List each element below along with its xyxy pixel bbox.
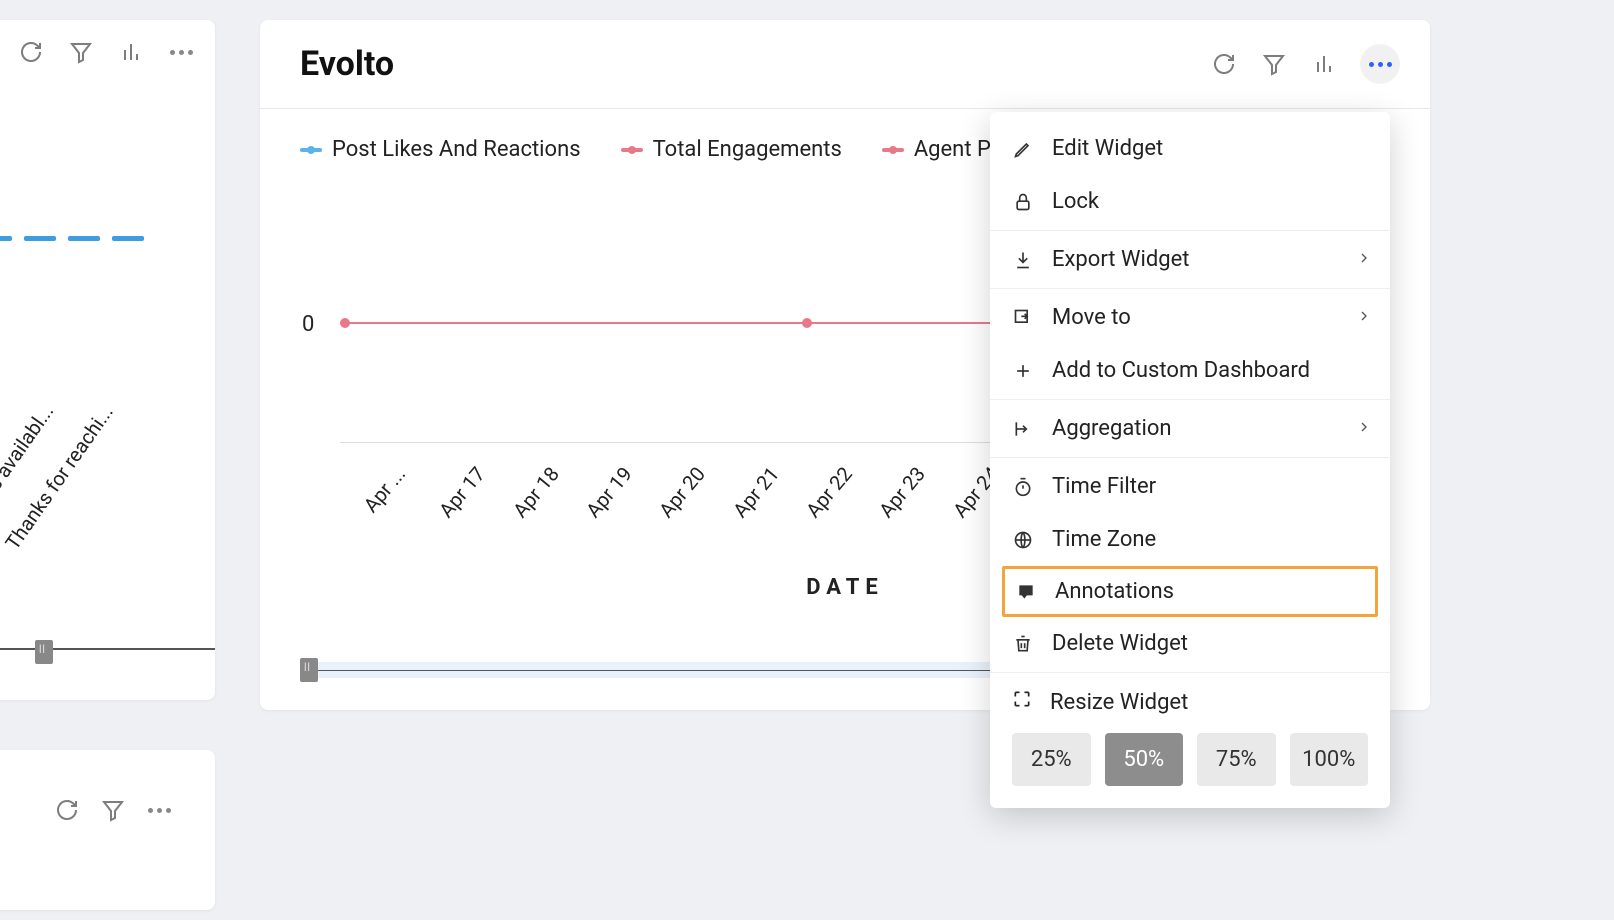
x-tick-label: Apr 19	[581, 462, 637, 522]
chevron-right-icon	[1356, 247, 1372, 272]
resize-options: 25% 50% 75% 100%	[990, 721, 1390, 790]
legend-marker-icon	[621, 148, 643, 152]
menu-item-time-zone[interactable]: Time Zone	[990, 513, 1390, 566]
widget-title: Evolto	[300, 44, 394, 84]
move-icon	[1012, 308, 1034, 328]
resize-option-25[interactable]: 25%	[1012, 733, 1091, 786]
filter-icon[interactable]	[67, 38, 95, 66]
plus-icon	[1012, 361, 1034, 381]
menu-label: Aggregation	[1052, 416, 1172, 441]
refresh-icon[interactable]	[1210, 50, 1238, 78]
left-x-labels: The A4 is availabl... Thanks for reachi.…	[0, 390, 215, 590]
more-icon[interactable]	[1360, 44, 1400, 84]
refresh-icon[interactable]	[53, 796, 81, 824]
trash-icon	[1012, 634, 1034, 654]
slider-handle[interactable]	[35, 640, 53, 664]
menu-item-annotations[interactable]: Annotations	[1002, 566, 1378, 617]
left-partial-widget-2	[0, 750, 215, 910]
x-tick-label: Apr ...	[359, 462, 411, 517]
legend-item[interactable]: Total Engagements	[621, 137, 842, 162]
more-icon[interactable]	[145, 796, 173, 824]
x-tick-label: Apr 22	[801, 462, 857, 522]
slider-handle-left[interactable]	[300, 658, 318, 682]
left-range-slider[interactable]	[0, 640, 215, 660]
left-partial-widget: The A4 is availabl... Thanks for reachi.…	[0, 20, 215, 700]
left-chart-body	[0, 236, 215, 241]
expand-icon	[1012, 689, 1032, 715]
legend-label: Total Engagements	[653, 137, 842, 162]
menu-label: Move to	[1052, 305, 1131, 330]
menu-label: Lock	[1052, 189, 1099, 214]
widget-header: Evolto	[260, 20, 1430, 109]
legend-label: Post Likes And Reactions	[332, 137, 581, 162]
menu-divider	[990, 457, 1390, 458]
menu-label: Time Filter	[1052, 474, 1156, 499]
menu-item-delete-widget[interactable]: Delete Widget	[990, 617, 1390, 670]
more-icon[interactable]	[167, 38, 195, 66]
menu-label: Annotations	[1055, 579, 1174, 604]
chart-icon[interactable]	[117, 38, 145, 66]
menu-item-move-to[interactable]: Move to	[990, 291, 1390, 344]
menu-label: Edit Widget	[1052, 136, 1163, 161]
menu-item-export-widget[interactable]: Export Widget	[990, 233, 1390, 286]
menu-item-resize-widget: Resize Widget	[990, 675, 1390, 721]
left-toolbar-2	[0, 750, 215, 824]
resize-option-50[interactable]: 50%	[1105, 733, 1184, 786]
x-tick-label: Apr 18	[508, 462, 564, 522]
menu-item-aggregation[interactable]: Aggregation	[990, 402, 1390, 455]
menu-divider	[990, 672, 1390, 673]
menu-item-edit-widget[interactable]: Edit Widget	[990, 122, 1390, 175]
legend-item[interactable]: Agent P	[882, 137, 991, 162]
blue-dash-series	[0, 236, 215, 241]
chart-icon[interactable]	[1310, 50, 1338, 78]
menu-label: Add to Custom Dashboard	[1052, 358, 1310, 383]
100[interactable]: 100%	[1290, 733, 1369, 786]
y-tick-label: 0	[302, 312, 314, 337]
x-tick-label: Apr 17	[434, 462, 490, 522]
x-label: Thanks for reachi...	[0, 400, 118, 554]
chevron-right-icon	[1356, 305, 1372, 330]
menu-divider	[990, 230, 1390, 231]
annotation-icon	[1015, 582, 1037, 602]
menu-divider	[990, 399, 1390, 400]
legend-item[interactable]: Post Likes And Reactions	[300, 137, 581, 162]
menu-label: Resize Widget	[1050, 690, 1188, 715]
menu-item-time-filter[interactable]: Time Filter	[990, 460, 1390, 513]
stopwatch-icon	[1012, 477, 1034, 497]
x-tick-label: Apr 20	[654, 462, 710, 522]
x-tick-label: Apr 21	[728, 462, 784, 522]
left-toolbar	[0, 20, 215, 66]
menu-label: Time Zone	[1052, 527, 1156, 552]
widget-options-menu: Edit Widget Lock Export Widget Move to A…	[990, 112, 1390, 808]
menu-item-add-custom-dashboard[interactable]: Add to Custom Dashboard	[990, 344, 1390, 397]
widget-toolbar	[1210, 44, 1400, 84]
globe-icon	[1012, 530, 1034, 550]
filter-icon[interactable]	[1260, 50, 1288, 78]
x-tick-label: Apr 23	[874, 462, 930, 522]
download-icon	[1012, 250, 1034, 270]
menu-item-lock[interactable]: Lock	[990, 175, 1390, 228]
menu-label: Delete Widget	[1052, 631, 1188, 656]
chevron-right-icon	[1356, 416, 1372, 441]
pencil-icon	[1012, 139, 1034, 159]
legend-marker-icon	[882, 148, 904, 152]
legend-marker-icon	[300, 148, 322, 152]
menu-label: Export Widget	[1052, 247, 1189, 272]
legend-label: Agent P	[914, 137, 991, 162]
main-chart-widget: Evolto Post Likes And Reactions Total En…	[260, 20, 1430, 710]
aggregation-icon	[1012, 419, 1034, 439]
resize-option-75[interactable]: 75%	[1197, 733, 1276, 786]
refresh-icon[interactable]	[17, 38, 45, 66]
filter-icon[interactable]	[99, 796, 127, 824]
lock-icon	[1012, 192, 1034, 212]
menu-divider	[990, 288, 1390, 289]
